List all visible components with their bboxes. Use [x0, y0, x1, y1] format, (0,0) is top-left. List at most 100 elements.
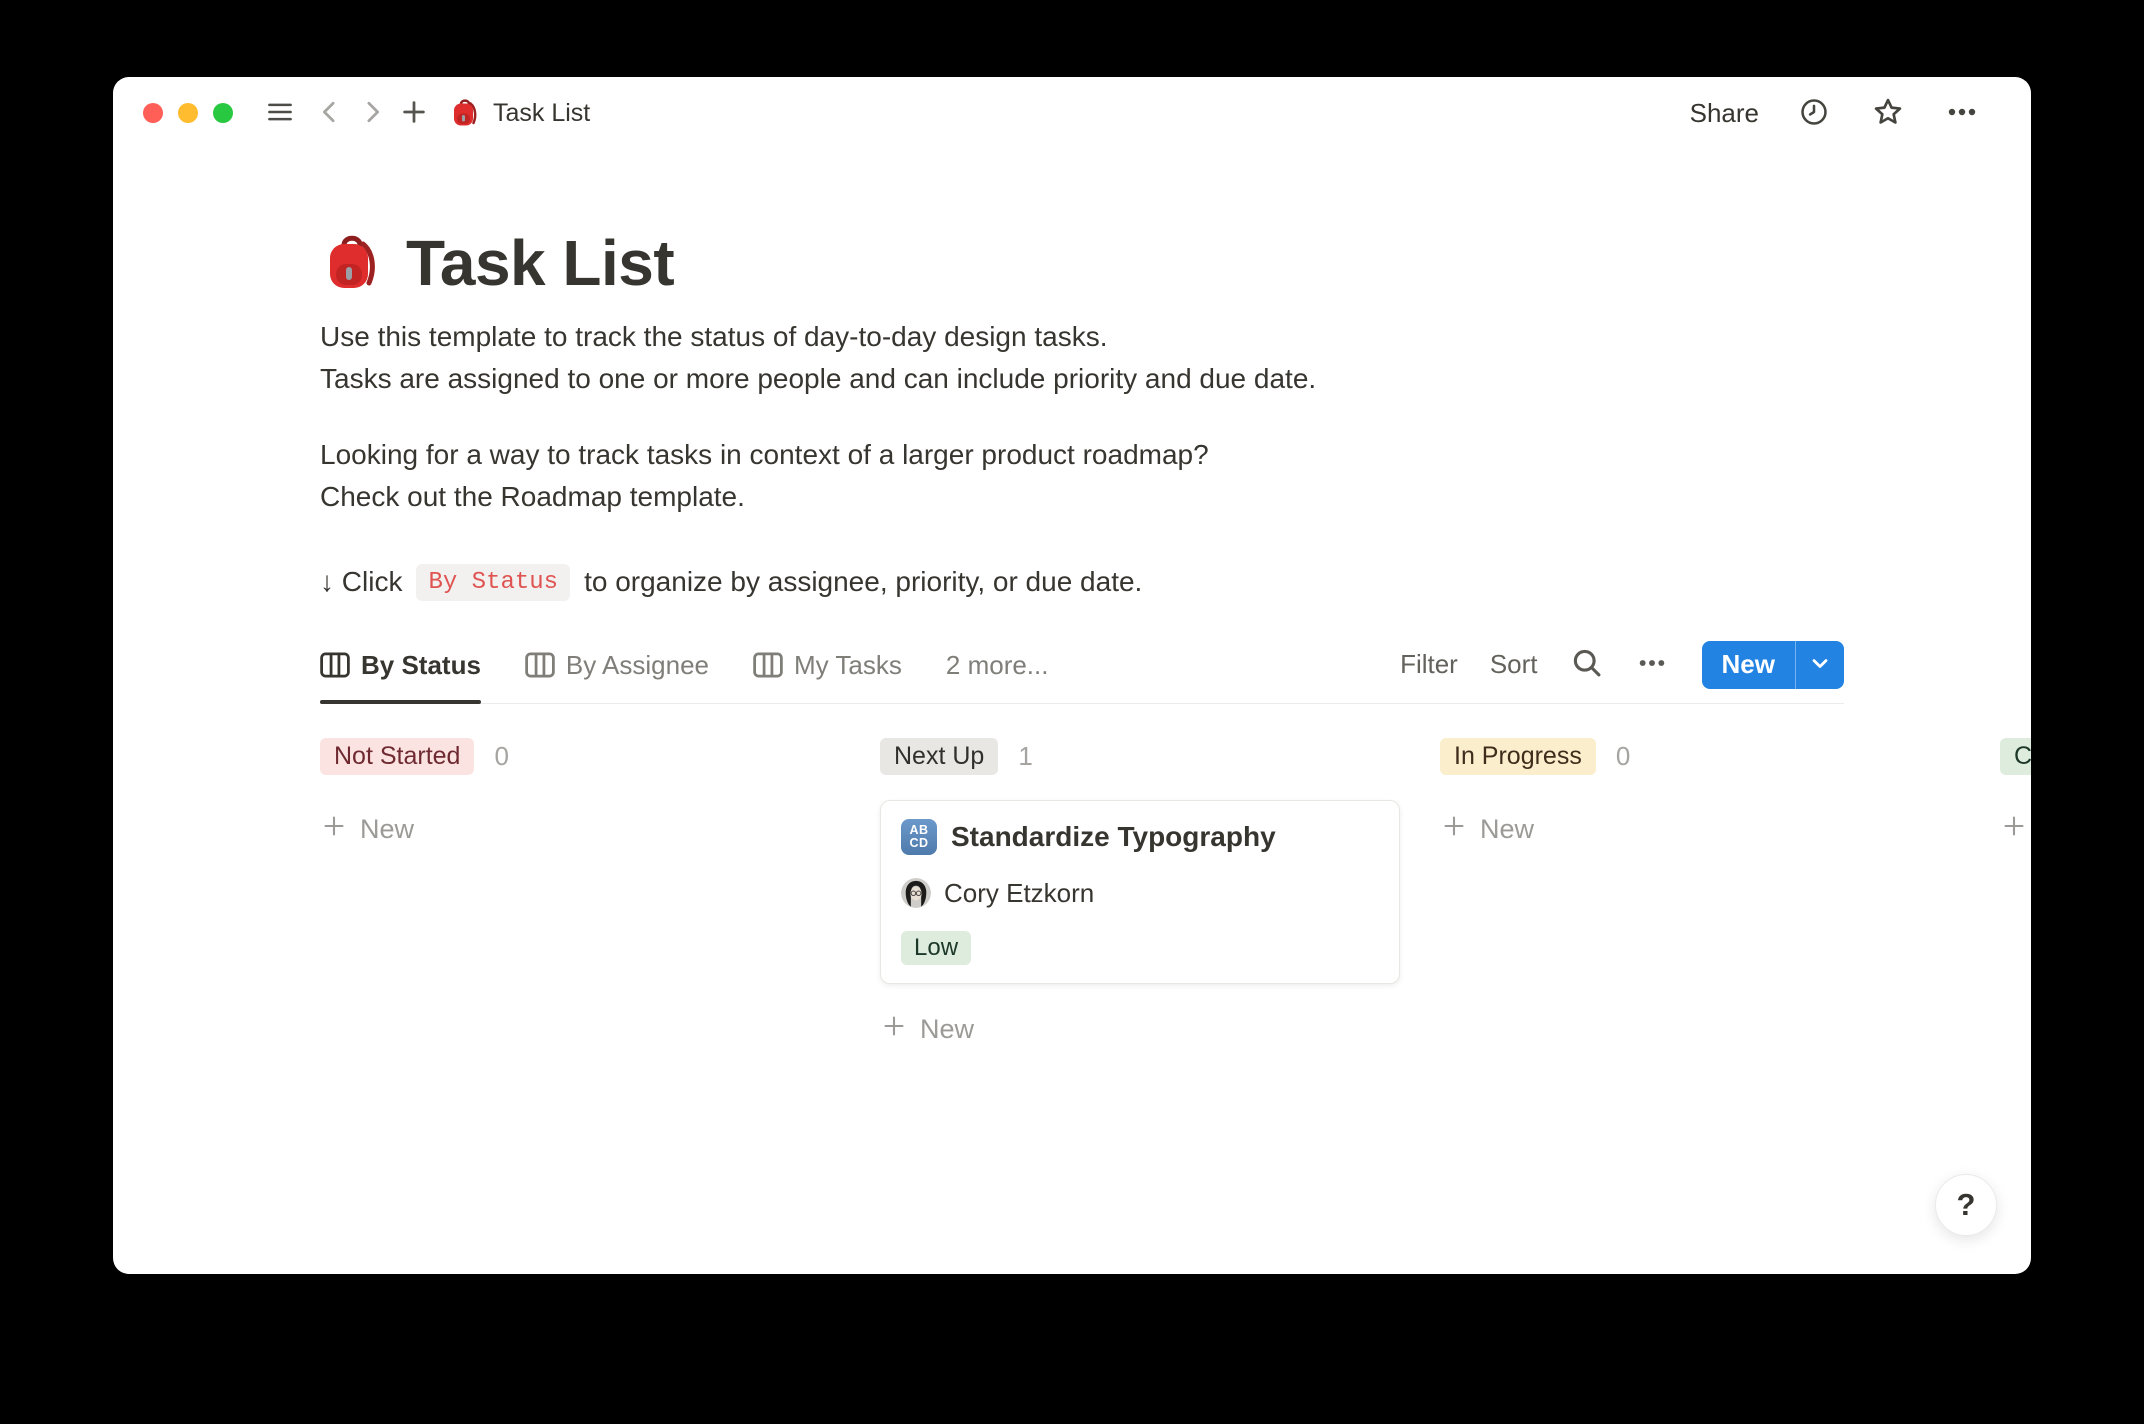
tab-by-status[interactable]: By Status — [320, 648, 481, 703]
description-line: Use this template to track the status of… — [320, 316, 1844, 358]
search-button[interactable] — [1570, 646, 1604, 683]
zoom-button[interactable] — [213, 103, 233, 123]
close-button[interactable] — [143, 103, 163, 123]
column-count: 0 — [1616, 741, 1630, 772]
filter-button[interactable]: Filter — [1400, 649, 1458, 680]
page-content: Task List Use this template to track the… — [113, 225, 1844, 704]
card-title-row: AB CD Standardize Typography — [901, 819, 1379, 855]
task-card[interactable]: AB CD Standardize Typography — [880, 800, 1400, 984]
window-titlebar: Task List Share — [113, 77, 2031, 149]
search-icon — [1570, 646, 1604, 683]
sidebar-toggle-button[interactable] — [261, 94, 299, 132]
view-tabs: By Status By Assignee My Tasks 2 more... — [320, 648, 1048, 703]
column-count: 1 — [1018, 741, 1032, 772]
tab-label: My Tasks — [794, 650, 902, 681]
plus-icon — [880, 1012, 908, 1047]
ellipsis-icon — [1636, 647, 1668, 682]
page-title[interactable]: Task List — [406, 225, 674, 302]
board-view-icon — [525, 652, 555, 678]
tab-more-views[interactable]: 2 more... — [946, 648, 1049, 703]
add-card-button[interactable]: New — [320, 812, 414, 847]
share-button[interactable]: Share — [1690, 98, 1759, 129]
sort-button[interactable]: Sort — [1490, 649, 1538, 680]
more-options-button[interactable] — [1943, 94, 1981, 132]
status-badge[interactable]: Not Started — [320, 738, 474, 775]
question-mark-icon: ? — [1957, 1187, 1976, 1223]
assignee-name: Cory Etzkorn — [944, 878, 1094, 909]
notion-window: Task List Share — [113, 77, 2031, 1274]
updates-button[interactable] — [1795, 94, 1833, 132]
status-badge[interactable]: Next Up — [880, 738, 998, 775]
backpack-icon[interactable] — [320, 231, 384, 295]
favorite-button[interactable] — [1869, 94, 1907, 132]
callout-line[interactable]: ↓ Click By Status to organize by assigne… — [320, 564, 1844, 601]
board-column-complete: Complete New — [2000, 740, 2031, 1047]
tab-by-assignee[interactable]: By Assignee — [525, 648, 709, 703]
avatar — [901, 878, 931, 908]
kanban-board: Not Started 0 New Next Up 1 AB CD — [113, 740, 2031, 1047]
hamburger-icon — [265, 97, 295, 130]
backpack-icon — [449, 97, 481, 129]
add-card-label: New — [920, 1014, 974, 1045]
star-icon — [1871, 95, 1905, 132]
tab-my-tasks[interactable]: My Tasks — [753, 648, 902, 703]
description-line: Check out the Roadmap template. — [320, 476, 1844, 518]
back-button[interactable] — [311, 94, 349, 132]
tab-label: 2 more... — [946, 650, 1049, 681]
description-line: Tasks are assigned to one or more people… — [320, 358, 1844, 400]
status-badge[interactable]: Complete — [2000, 738, 2031, 775]
add-card-label: New — [360, 814, 414, 845]
new-button[interactable]: New — [1702, 641, 1795, 689]
add-card-button[interactable]: New — [880, 1012, 974, 1047]
new-tab-button[interactable] — [395, 94, 433, 132]
clock-icon — [1798, 96, 1830, 131]
column-header[interactable]: Not Started 0 — [320, 740, 840, 774]
new-button-group: New — [1702, 641, 1844, 689]
new-dropdown-button[interactable] — [1795, 641, 1844, 689]
add-card-button[interactable]: New — [1440, 812, 1534, 847]
card-title[interactable]: Standardize Typography — [951, 821, 1276, 853]
tab-label: By Status — [361, 650, 481, 681]
board-column-next-up: Next Up 1 AB CD Standardize Typography — [880, 740, 1400, 1047]
tab-label: By Assignee — [566, 650, 709, 681]
window-title: Task List — [493, 99, 590, 128]
view-bar: By Status By Assignee My Tasks 2 more... — [320, 641, 1844, 704]
callout-prefix: ↓ Click — [320, 566, 402, 598]
minimize-button[interactable] — [178, 103, 198, 123]
card-priority-row: Low — [901, 931, 1379, 965]
column-header[interactable]: In Progress 0 — [1440, 740, 1960, 774]
window-controls — [143, 103, 233, 123]
column-header[interactable]: Complete — [2000, 740, 2031, 774]
help-button[interactable]: ? — [1935, 1174, 1997, 1236]
plus-icon — [1440, 812, 1468, 847]
priority-badge: Low — [901, 931, 971, 965]
abcd-input-icon: AB CD — [901, 819, 937, 855]
description-paragraph[interactable]: Use this template to track the status of… — [320, 316, 1844, 400]
callout-suffix: to organize by assignee, priority, or du… — [584, 566, 1142, 598]
titlebar-actions: Share — [1690, 94, 1981, 132]
view-toolbar: Filter Sort New — [1400, 641, 1844, 703]
card-assignee-row: Cory Etzkorn — [901, 878, 1379, 909]
ellipsis-icon — [1946, 96, 1978, 131]
plus-icon — [320, 812, 348, 847]
forward-button[interactable] — [353, 94, 391, 132]
board-view-icon — [320, 652, 350, 678]
add-card-label: New — [1480, 814, 1534, 845]
status-badge[interactable]: In Progress — [1440, 738, 1596, 775]
plus-icon — [2000, 812, 2028, 847]
abcd-icon-bottom: CD — [909, 837, 928, 850]
inline-code-by-status: By Status — [416, 564, 570, 601]
abcd-icon-top: AB — [909, 824, 928, 837]
plus-icon — [399, 97, 429, 130]
chevron-left-icon — [315, 97, 345, 130]
add-card-button[interactable]: New — [2000, 812, 2031, 847]
column-header[interactable]: Next Up 1 — [880, 740, 1400, 774]
view-options-button[interactable] — [1636, 647, 1668, 682]
board-column-in-progress: In Progress 0 New — [1440, 740, 1960, 1047]
page-header: Task List — [320, 225, 1844, 302]
chevron-down-icon — [1807, 650, 1833, 679]
board-column-not-started: Not Started 0 New — [320, 740, 840, 1047]
board-view-icon — [753, 652, 783, 678]
description-paragraph[interactable]: Looking for a way to track tasks in cont… — [320, 434, 1844, 518]
chevron-right-icon — [357, 97, 387, 130]
